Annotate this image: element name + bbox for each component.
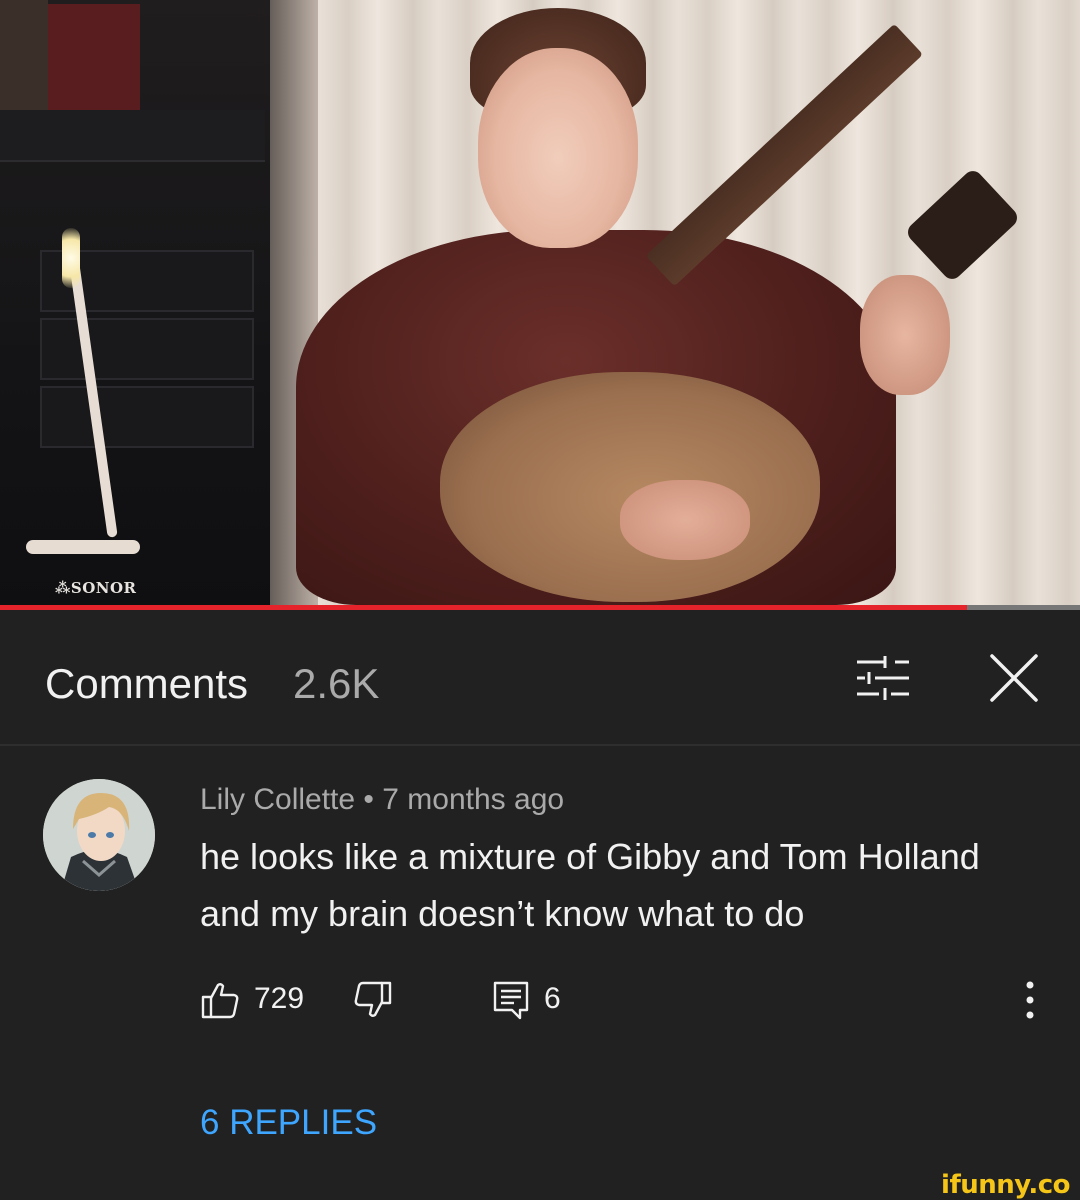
video-fretting-hand <box>860 275 950 395</box>
thumbs-up-icon[interactable] <box>200 980 240 1020</box>
video-strumming-hand <box>620 480 750 560</box>
comment-time: 7 months ago <box>382 783 565 816</box>
reply-count: 6 <box>544 982 561 1015</box>
comments-count: 2.6K <box>293 660 380 707</box>
video-lamp-base <box>26 540 140 554</box>
close-icon[interactable] <box>986 650 1042 706</box>
sort-filter-icon[interactable] <box>855 656 911 700</box>
watermark-bar <box>0 1176 1080 1198</box>
video-shelf-top <box>0 110 265 162</box>
comment-item: Lily Collette • 7 months ago he looks li… <box>0 746 1080 1176</box>
video-shelf-box <box>48 4 140 112</box>
brand-text: SONOR <box>70 579 137 597</box>
like-count: 729 <box>254 982 305 1015</box>
video-shelf-box <box>0 0 48 112</box>
video-person-head <box>478 48 638 248</box>
avatar-image <box>43 779 155 891</box>
comment-actions: 729 6 <box>200 978 1060 1022</box>
video-player[interactable]: ⁂SONOR <box>0 0 1080 605</box>
comment-icon[interactable] <box>492 980 530 1020</box>
video-lamp-light <box>62 228 80 288</box>
ifunny-watermark: ifunny.co <box>941 1170 1070 1200</box>
avatar[interactable] <box>43 779 155 891</box>
comment-author[interactable]: Lily Collette <box>200 783 355 816</box>
video-drawer <box>40 318 254 380</box>
video-guitar-body <box>440 372 820 602</box>
video-drawer <box>40 386 254 448</box>
comment-text: he looks like a mixture of Gibby and Tom… <box>200 836 980 934</box>
thumbs-down-icon[interactable] <box>353 980 393 1020</box>
comments-title: Comments <box>45 660 249 707</box>
video-brand-logo: ⁂SONOR <box>55 579 137 597</box>
brand-mark: ⁂ <box>55 579 71 597</box>
comments-header: Comments 2.6K <box>0 610 1080 746</box>
more-vertical-icon[interactable] <box>1018 978 1042 1022</box>
comment-separator: • <box>363 783 374 816</box>
comment-meta: Lily Collette • 7 months ago <box>200 783 564 817</box>
view-replies-link[interactable]: 6 REPLIES <box>200 1103 377 1143</box>
